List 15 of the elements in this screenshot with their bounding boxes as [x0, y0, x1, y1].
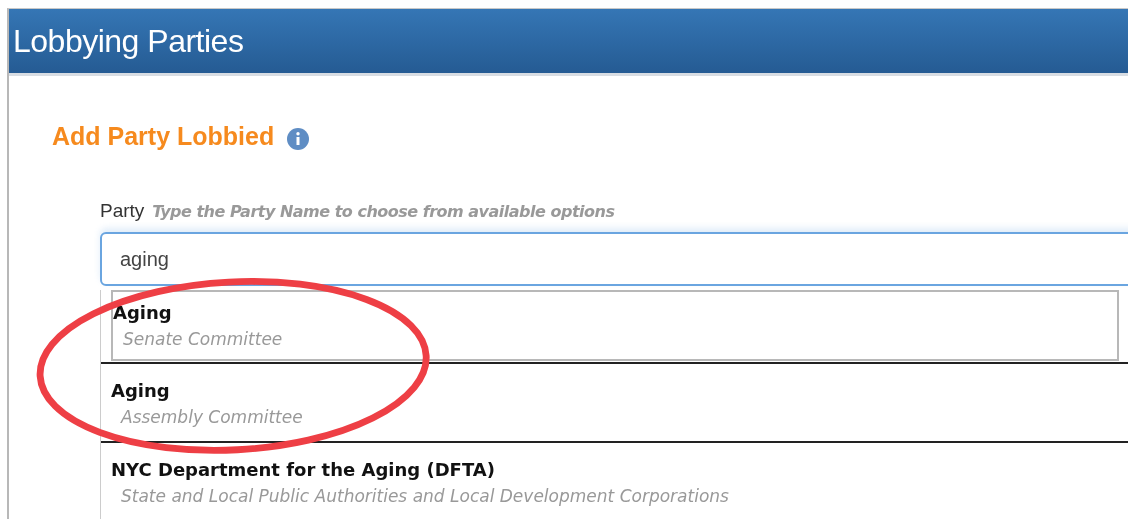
- section-title: Add Party Lobbied: [52, 122, 275, 151]
- party-input-field[interactable]: aging: [100, 232, 1128, 286]
- info-icon[interactable]: [286, 126, 311, 151]
- suggestion-name: Aging: [113, 302, 173, 323]
- page-title: Lobbying Parties: [13, 22, 244, 60]
- suggestion-item[interactable]: Aging Senate Committee: [111, 290, 1119, 361]
- suggestion-item[interactable]: Aging Assembly Committee: [101, 364, 1128, 443]
- suggestion-category: State and Local Public Authorities and Local Development Corporations: [120, 486, 730, 506]
- field-hint: Type the Party Name to choose from available options: [152, 202, 615, 221]
- field-label: Party: [100, 200, 145, 222]
- suggestion-category: Assembly Committee: [119, 407, 304, 427]
- suggestion-name: Aging: [111, 380, 171, 401]
- suggestion-item[interactable]: NYC Department for the Aging (DFTA) State and Local Public Authorities and Local Development Corporations: [101, 443, 1128, 519]
- suggestion-name: NYC Department for the Aging (DFTA): [111, 459, 496, 480]
- suggestion-category: Senate Committee: [122, 329, 284, 349]
